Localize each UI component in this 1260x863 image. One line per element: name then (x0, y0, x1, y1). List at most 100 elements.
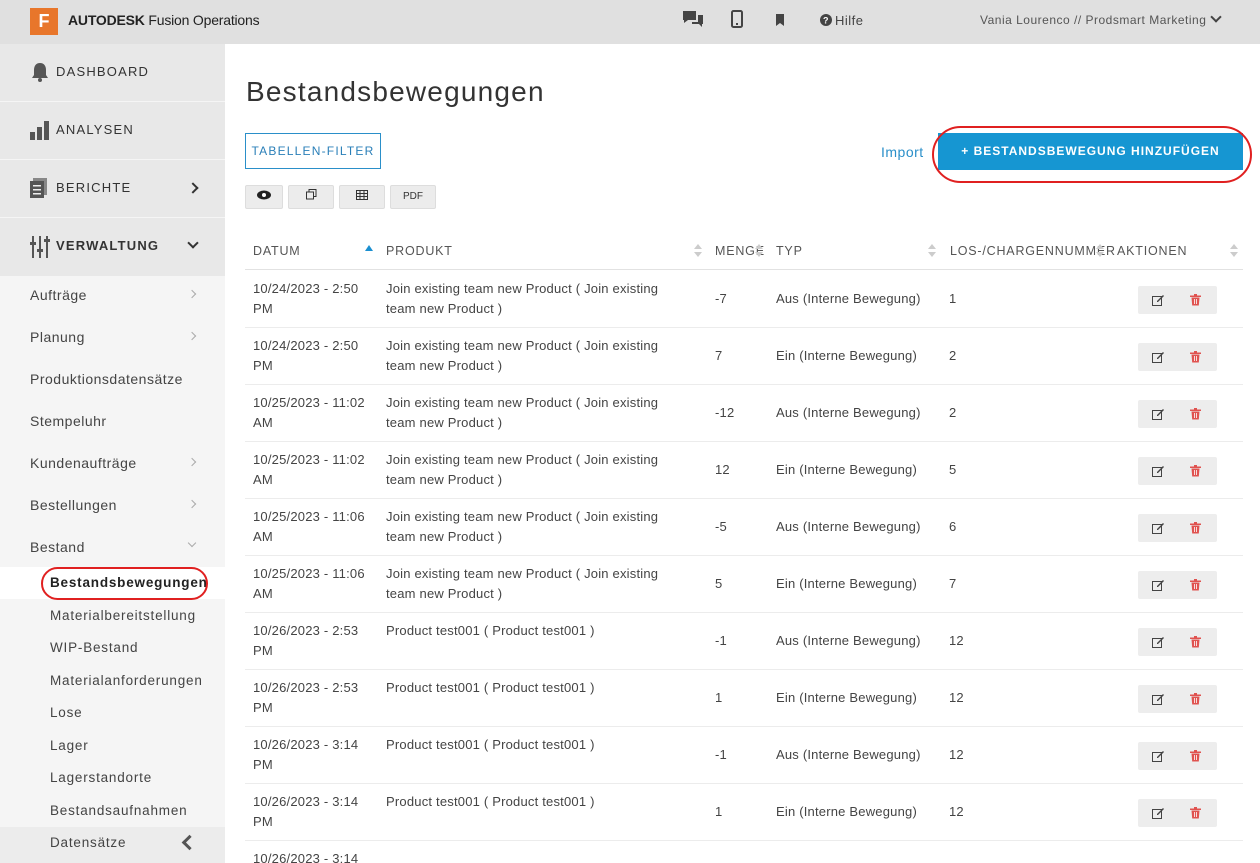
cell-type: Ein (Interne Bewegung) (776, 576, 917, 591)
chevron-right-icon (187, 331, 197, 341)
collapse-sidebar-icon[interactable] (181, 834, 198, 851)
trash-icon[interactable] (1190, 692, 1201, 705)
import-link[interactable]: Import (881, 144, 924, 160)
column-lot-number[interactable]: LOS-/CHARGENNUMMER (950, 244, 1116, 258)
trash-icon[interactable] (1190, 635, 1201, 648)
cell-product: Join existing team new Product ( Join ex… (386, 452, 659, 487)
sidebar-item-verwaltung[interactable]: VERWALTUNG (0, 218, 225, 276)
edit-icon[interactable] (1152, 293, 1164, 306)
table-row[interactable]: 10/24/2023 - 2:50 PM Join existing team n… (245, 271, 1243, 328)
question-icon: ? (820, 14, 832, 26)
edit-icon[interactable] (1152, 521, 1164, 534)
table-row[interactable]: 10/26/2023 - 2:53 PM Product test001 ( Pr… (245, 613, 1243, 670)
column-type[interactable]: TYP (776, 244, 803, 258)
export-pdf-button[interactable]: PDF (390, 185, 436, 209)
trash-icon[interactable] (1190, 806, 1201, 819)
cell-date: 10/25/2023 - 11:02 AM (253, 452, 365, 487)
sidebar-item-lager[interactable]: Lager (0, 730, 225, 762)
mobile-icon[interactable] (731, 10, 743, 33)
sidebar-item-lose[interactable]: Lose (0, 697, 225, 729)
page-title: Bestandsbewegungen (246, 76, 545, 107)
cell-date: 10/26/2023 - 3:14 PM (253, 737, 359, 772)
cell-lot-number: 5 (949, 462, 957, 477)
trash-icon[interactable] (1190, 407, 1201, 420)
sidebar-item-datensaetze[interactable]: Datensätze (0, 827, 225, 863)
column-product[interactable]: PRODUKT (386, 244, 453, 258)
table-row[interactable]: 10/26/2023 - 2:53 PM Product test001 ( Pr… (245, 670, 1243, 727)
table-row[interactable]: 10/25/2023 - 11:06 AM Join existing team … (245, 556, 1243, 613)
sidebar-item-bestellungen[interactable]: Bestellungen (0, 484, 225, 526)
cell-type: Ein (Interne Bewegung) (776, 690, 917, 705)
user-menu[interactable]: Vania Lourenco // Prodsmart Marketing (980, 11, 1223, 27)
table-row[interactable]: 10/25/2023 - 11:02 AM Join existing team … (245, 442, 1243, 499)
sidebar-item-wip-bestand[interactable]: WIP-Bestand (0, 632, 225, 664)
trash-icon[interactable] (1190, 350, 1201, 363)
sidebar-item-berichte[interactable]: BERICHTE (0, 160, 225, 218)
help-link[interactable]: ? Hilfe (820, 13, 864, 28)
edit-icon[interactable] (1152, 407, 1164, 420)
sidebar-item-materialbereitstellung[interactable]: Materialbereitstellung (0, 600, 225, 632)
edit-icon[interactable] (1152, 464, 1164, 477)
eye-icon (257, 190, 271, 200)
chevron-right-icon (187, 182, 199, 194)
table-row[interactable]: 10/24/2023 - 2:50 PM Join existing team n… (245, 328, 1243, 385)
sidebar: DASHBOARD ANALYSEN BERICHTE VERWALTUNG A… (0, 44, 225, 863)
copy-button[interactable] (288, 185, 334, 209)
column-date[interactable]: DATUM (253, 244, 301, 258)
edit-icon[interactable] (1152, 749, 1164, 762)
cell-lot-number: 12 (949, 747, 964, 762)
sort-icon[interactable] (755, 244, 763, 260)
cell-date: 10/24/2023 - 2:50 PM (253, 338, 359, 373)
edit-icon[interactable] (1152, 350, 1164, 363)
table-row[interactable]: 10/25/2023 - 11:02 AM Join existing team … (245, 385, 1243, 442)
bookmark-icon[interactable] (775, 13, 785, 32)
sort-icon[interactable] (928, 244, 936, 260)
trash-icon[interactable] (1190, 464, 1201, 477)
cell-quantity: -12 (715, 405, 735, 420)
sidebar-item-dashboard[interactable]: DASHBOARD (0, 44, 225, 102)
export-excel-button[interactable] (339, 185, 385, 209)
sidebar-item-planung[interactable]: Planung (0, 316, 225, 358)
sidebar-item-materialanforderungen[interactable]: Materialanforderungen (0, 665, 225, 697)
sort-icon[interactable] (694, 244, 702, 260)
trash-icon[interactable] (1190, 521, 1201, 534)
bar-chart-icon (30, 120, 50, 145)
table-row[interactable]: 10/26/2023 - 3:14 (245, 841, 1243, 863)
cell-lot-number: 1 (949, 291, 957, 306)
trash-icon[interactable] (1190, 749, 1201, 762)
row-actions (1138, 343, 1217, 371)
sort-ascending-icon[interactable] (365, 245, 373, 251)
row-actions (1138, 742, 1217, 770)
bell-icon (30, 62, 50, 87)
cell-date: 10/26/2023 - 3:14 PM (253, 794, 359, 829)
fusion-logo[interactable]: F (30, 8, 58, 35)
sort-icon[interactable] (1096, 244, 1104, 260)
chat-icon[interactable] (681, 9, 705, 34)
table-row[interactable]: 10/26/2023 - 3:14 PM Product test001 ( Pr… (245, 784, 1243, 841)
sidebar-item-auftraege[interactable]: Aufträge (0, 274, 225, 316)
trash-icon[interactable] (1190, 293, 1201, 306)
table-row[interactable]: 10/25/2023 - 11:06 AM Join existing team … (245, 499, 1243, 556)
sidebar-item-lagerstandorte[interactable]: Lagerstandorte (0, 762, 225, 794)
chevron-right-icon (187, 457, 197, 467)
sidebar-item-analysen[interactable]: ANALYSEN (0, 102, 225, 160)
row-actions (1138, 514, 1217, 542)
cell-date: 10/26/2023 - 2:53 PM (253, 680, 359, 715)
cell-date: 10/25/2023 - 11:06 AM (253, 566, 365, 601)
trash-icon[interactable] (1190, 578, 1201, 591)
edit-icon[interactable] (1152, 692, 1164, 705)
cell-date: 10/26/2023 - 3:14 (253, 851, 359, 863)
column-visibility-button[interactable] (245, 185, 283, 209)
sidebar-item-bestand[interactable]: Bestand (0, 526, 225, 568)
edit-icon[interactable] (1152, 806, 1164, 819)
sort-icon[interactable] (1230, 244, 1238, 260)
edit-icon[interactable] (1152, 578, 1164, 591)
edit-icon[interactable] (1152, 635, 1164, 648)
sidebar-item-kundenauftraege[interactable]: Kundenaufträge (0, 442, 225, 484)
sidebar-item-bestandsaufnahmen[interactable]: Bestandsaufnahmen (0, 795, 225, 827)
sidebar-item-stempeluhr[interactable]: Stempeluhr (0, 400, 225, 442)
column-actions: AKTIONEN (1117, 244, 1188, 258)
table-filter-button[interactable]: TABELLEN-FILTER (245, 133, 381, 169)
sidebar-item-produktionsdatensaetze[interactable]: Produktionsdatensätze (0, 358, 225, 400)
table-row[interactable]: 10/26/2023 - 3:14 PM Product test001 ( Pr… (245, 727, 1243, 784)
